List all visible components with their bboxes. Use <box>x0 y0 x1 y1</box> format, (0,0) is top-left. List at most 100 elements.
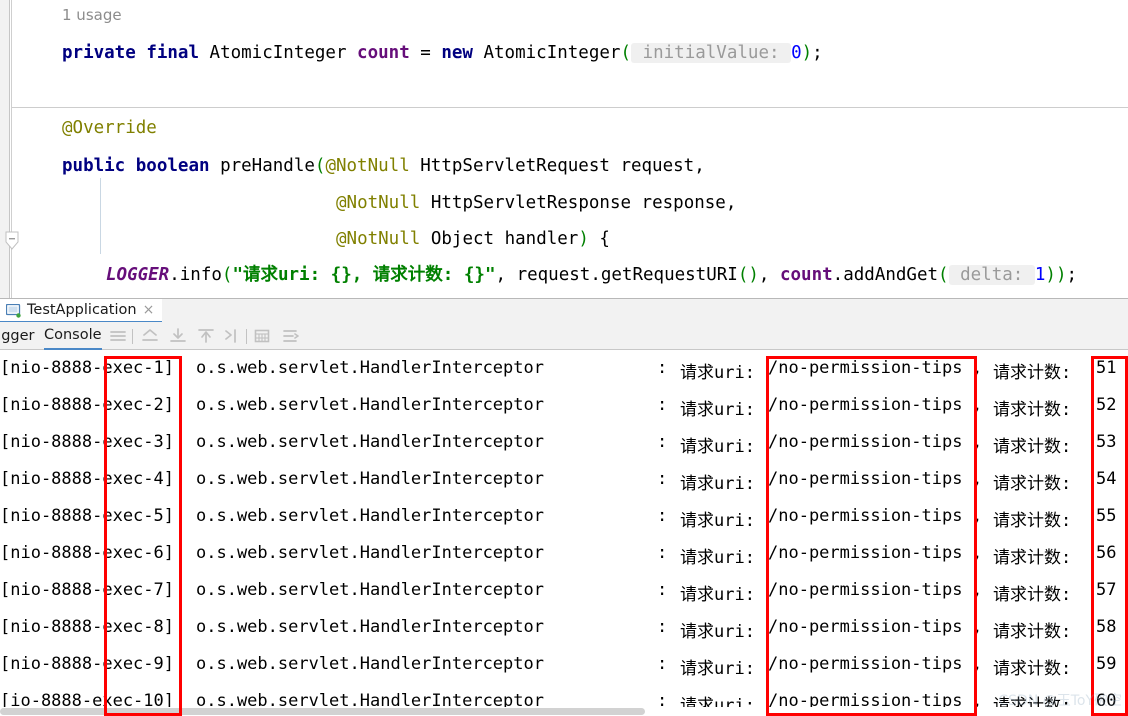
code-token: count <box>779 265 833 285</box>
usage-hint-label[interactable]: 1 usage <box>62 6 122 24</box>
log-thread-name: [nio-8888-exec-6] <box>0 543 174 563</box>
log-colon: : <box>657 395 668 415</box>
console-log-row[interactable]: [nio-8888-exec-1] o.s.web.servlet.Handler… <box>0 350 1128 387</box>
code-token: new <box>441 43 473 63</box>
run-tab-testapplication[interactable]: TestApplication × <box>0 299 163 323</box>
log-logger-name: o.s.web.servlet.HandlerInterceptor <box>196 617 544 637</box>
log-thread-name: [nio-8888-exec-3] <box>0 432 174 452</box>
log-colon: : <box>657 580 668 600</box>
log-uri-label: 请求uri: <box>680 511 755 531</box>
log-thread-name: [nio-8888-exec-2] <box>0 395 174 415</box>
log-comma: , <box>972 395 983 415</box>
log-count-label: 请求计数: <box>993 400 1072 420</box>
code-token: = <box>409 43 442 63</box>
code-token: initialValue: <box>631 43 792 63</box>
log-uri-label: 请求uri: <box>680 363 755 383</box>
log-uri-value: /no-permission-tips <box>768 469 963 489</box>
console-sub-tab-ugger[interactable]: ugger <box>0 322 34 350</box>
code-token: preHandle <box>209 156 315 176</box>
log-comma: , <box>972 358 983 378</box>
log-thread-name: [nio-8888-exec-7] <box>0 580 174 600</box>
log-logger-name: o.s.web.servlet.HandlerInterceptor <box>196 506 544 526</box>
toolbar-divider-2 <box>246 329 247 344</box>
scroll-down-icon[interactable] <box>168 326 188 346</box>
idea-screenshot: 1 usage private final AtomicInteger coun… <box>0 0 1128 716</box>
code-token: ; <box>812 43 823 63</box>
log-count-value: 57 <box>1096 580 1117 600</box>
log-colon: : <box>657 617 668 637</box>
log-logger-name: o.s.web.servlet.HandlerInterceptor <box>196 580 544 600</box>
log-logger-name: o.s.web.servlet.HandlerInterceptor <box>196 358 544 378</box>
console-sub-tab-console[interactable]: Console <box>44 322 102 350</box>
log-count-value: 55 <box>1096 506 1117 526</box>
toolbar-divider-1 <box>132 329 133 344</box>
log-count-value: 52 <box>1096 395 1117 415</box>
console-log-row[interactable]: [nio-8888-exec-6] o.s.web.servlet.Handler… <box>0 535 1128 572</box>
log-logger-name: o.s.web.servlet.HandlerInterceptor <box>196 543 544 563</box>
console-hscrollbar[interactable] <box>0 707 1128 716</box>
console-log-row[interactable]: [nio-8888-exec-5] o.s.web.servlet.Handler… <box>0 498 1128 535</box>
console-output[interactable]: [nio-8888-exec-1] o.s.web.servlet.Handler… <box>0 350 1128 716</box>
scroll-end-icon[interactable] <box>222 326 242 346</box>
log-colon: : <box>657 543 668 563</box>
log-colon: : <box>657 654 668 674</box>
log-colon: : <box>657 469 668 489</box>
log-count-label: 请求计数: <box>993 548 1072 568</box>
settings-icon[interactable] <box>280 326 300 346</box>
log-count-label: 请求计数: <box>993 659 1072 679</box>
log-comma: , <box>972 432 983 452</box>
code-token: count <box>357 43 410 63</box>
code-token: .addAndGet <box>832 265 939 285</box>
code-token: final <box>146 43 199 63</box>
console-log-row[interactable]: [nio-8888-exec-2] o.s.web.servlet.Handler… <box>0 387 1128 424</box>
log-thread-name: [nio-8888-exec-9] <box>0 654 174 674</box>
close-icon[interactable]: × <box>143 303 155 317</box>
print-icon[interactable] <box>252 326 272 346</box>
console-hscrollbar-thumb[interactable] <box>0 708 645 715</box>
code-token: () <box>737 265 759 285</box>
code-token: ( <box>938 265 949 285</box>
log-uri-label: 请求uri: <box>680 659 755 679</box>
code-token: ( <box>221 265 233 285</box>
console-log-row[interactable]: [nio-8888-exec-9] o.s.web.servlet.Handler… <box>0 646 1128 683</box>
console-log-row[interactable]: [nio-8888-exec-8] o.s.web.servlet.Handler… <box>0 609 1128 646</box>
console-log-row[interactable]: [nio-8888-exec-3] o.s.web.servlet.Handler… <box>0 424 1128 461</box>
code-token: @NotNull <box>336 193 421 213</box>
soft-wrap-icon[interactable] <box>108 326 128 346</box>
code-line: @NotNull Object handler) { <box>0 228 610 250</box>
code-token: HttpServletResponse response, <box>420 193 737 213</box>
log-uri-value: /no-permission-tips <box>768 617 963 637</box>
code-token: ( <box>620 43 632 63</box>
scroll-up-icon[interactable] <box>140 326 160 346</box>
log-comma: , <box>972 506 983 526</box>
scroll-top-icon[interactable] <box>196 326 216 346</box>
code-token: delta: <box>948 265 1035 285</box>
log-uri-value: /no-permission-tips <box>768 580 963 600</box>
code-token: LOGGER <box>106 265 170 285</box>
code-token: @Override <box>62 118 157 138</box>
code-token: ; <box>1066 265 1078 285</box>
log-uri-label: 请求uri: <box>680 474 755 494</box>
log-uri-value: /no-permission-tips <box>768 543 963 563</box>
log-comma: , <box>972 543 983 563</box>
console-log-row[interactable]: [nio-8888-exec-4] o.s.web.servlet.Handler… <box>0 461 1128 498</box>
code-token: ( <box>314 156 326 176</box>
log-uri-value: /no-permission-tips <box>768 654 963 674</box>
code-editor[interactable]: 1 usage private final AtomicInteger coun… <box>0 0 1128 298</box>
code-token: "请求uri: {}, 请求计数: {}" <box>232 265 496 285</box>
code-token: ) <box>1055 265 1067 285</box>
console-toolbar: ugger Console <box>0 322 1128 350</box>
log-count-value: 54 <box>1096 469 1117 489</box>
log-uri-value: /no-permission-tips <box>768 395 963 415</box>
log-count-value: 59 <box>1096 654 1117 674</box>
log-logger-name: o.s.web.servlet.HandlerInterceptor <box>196 395 544 415</box>
code-line: public boolean preHandle(@NotNull HttpSe… <box>0 155 705 177</box>
code-line: @NotNull HttpServletResponse response, <box>0 192 736 214</box>
log-logger-name: o.s.web.servlet.HandlerInterceptor <box>196 469 544 489</box>
log-comma: , <box>972 580 983 600</box>
log-uri-value: /no-permission-tips <box>768 432 963 452</box>
console-log-row[interactable]: [nio-8888-exec-7] o.s.web.servlet.Handler… <box>0 572 1128 609</box>
code-line: private final AtomicInteger count = new … <box>0 42 823 64</box>
